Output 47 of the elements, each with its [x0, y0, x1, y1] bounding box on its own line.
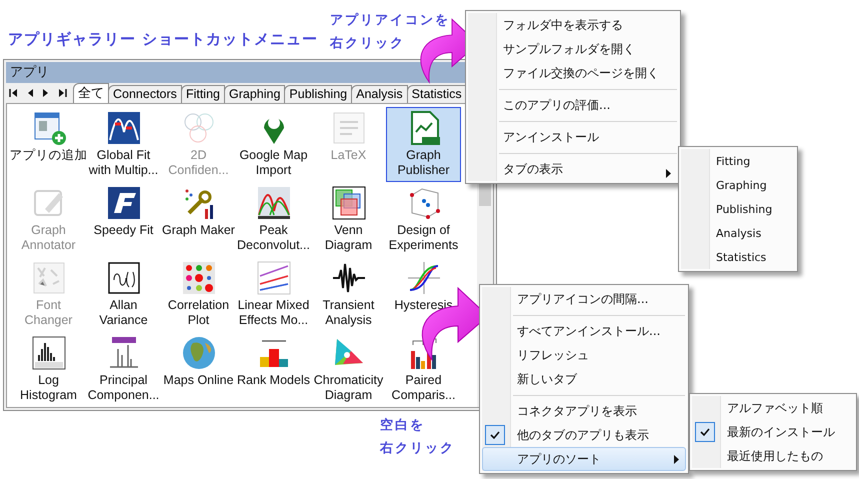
tab[interactable]: Publishing	[284, 85, 352, 103]
menu-item[interactable]: Statistics	[681, 245, 795, 269]
menu-item[interactable]: 最近使用したもの	[692, 444, 854, 468]
app-tile[interactable]: Speedy Fit	[86, 182, 161, 257]
menu-item[interactable]: すべてアンインストール...	[482, 311, 686, 343]
menu-item[interactable]: Analysis	[681, 221, 795, 245]
annotation: アプリアイコンを 右クリック	[330, 12, 450, 53]
app-tile[interactable]: Chromaticity Diagram	[311, 332, 386, 407]
tab[interactable]: Graphing	[224, 85, 286, 103]
tab[interactable]: Analysis	[351, 85, 408, 103]
app-tile[interactable]: Allan Variance	[86, 257, 161, 332]
app-tile[interactable]: Principal Componen...	[86, 332, 161, 407]
menu-item[interactable]: 最新のインストール	[692, 420, 854, 444]
menu-item[interactable]: このアプリの評価...	[468, 85, 678, 117]
app-tile[interactable]: Graph Maker	[161, 182, 236, 257]
page-heading: アプリギャラリー ショートカットメニュー	[8, 30, 318, 49]
menu-item[interactable]: フォルダ中を表示する	[468, 13, 678, 37]
menu-item[interactable]: コネクタアプリを表示	[482, 391, 686, 423]
app-tile[interactable]: Graph Publisher	[386, 107, 461, 182]
app-tile[interactable]: Google Map Import	[236, 107, 311, 182]
app-tile[interactable]: Peak Deconvolut...	[236, 182, 311, 257]
menu-item[interactable]: アプリアイコンの間隔...	[482, 287, 686, 311]
menu-item[interactable]: Graphing	[681, 173, 795, 197]
menu-item[interactable]: アルファベット順	[692, 396, 854, 420]
menu-item[interactable]: 新しいタブ	[482, 367, 686, 391]
menu-item[interactable]: リフレッシュ	[482, 343, 686, 367]
app-tile[interactable]: Rank Models	[236, 332, 311, 407]
app-tile[interactable]: Transient Analysis	[311, 257, 386, 332]
menu-item[interactable]: Fitting	[681, 149, 795, 173]
menu-item[interactable]: Publishing	[681, 197, 795, 221]
tab[interactable]: 全て	[73, 83, 109, 103]
app-tile[interactable]: Log Histogram	[11, 332, 86, 407]
app-tile[interactable]: Correlation Plot	[161, 257, 236, 332]
menu-item[interactable]: 他のタブのアプリも表示	[482, 423, 686, 447]
app-tile[interactable]: Hysteresis	[386, 257, 461, 332]
app-tile[interactable]: Linear Mixed Effects Mo...	[236, 257, 311, 332]
app-tile[interactable]: Design of Experiments	[386, 182, 461, 257]
app-tile[interactable]: アプリの追加	[11, 107, 86, 182]
app-tile[interactable]: Global Fit with Multip...	[86, 107, 161, 182]
app-tile[interactable]: Maps Online	[161, 332, 236, 407]
menu-item[interactable]: アプリのソート	[482, 447, 686, 471]
menu-item[interactable]: サンプルフォルダを開く	[468, 37, 678, 61]
tab[interactable]: Fitting	[180, 85, 225, 103]
annotation: 空白を 右クリック	[380, 416, 455, 458]
menu-item[interactable]: アンインストール	[468, 117, 678, 149]
menu-item[interactable]: タブの表示	[468, 149, 678, 181]
app-tile[interactable]: Venn Diagram	[311, 182, 386, 257]
